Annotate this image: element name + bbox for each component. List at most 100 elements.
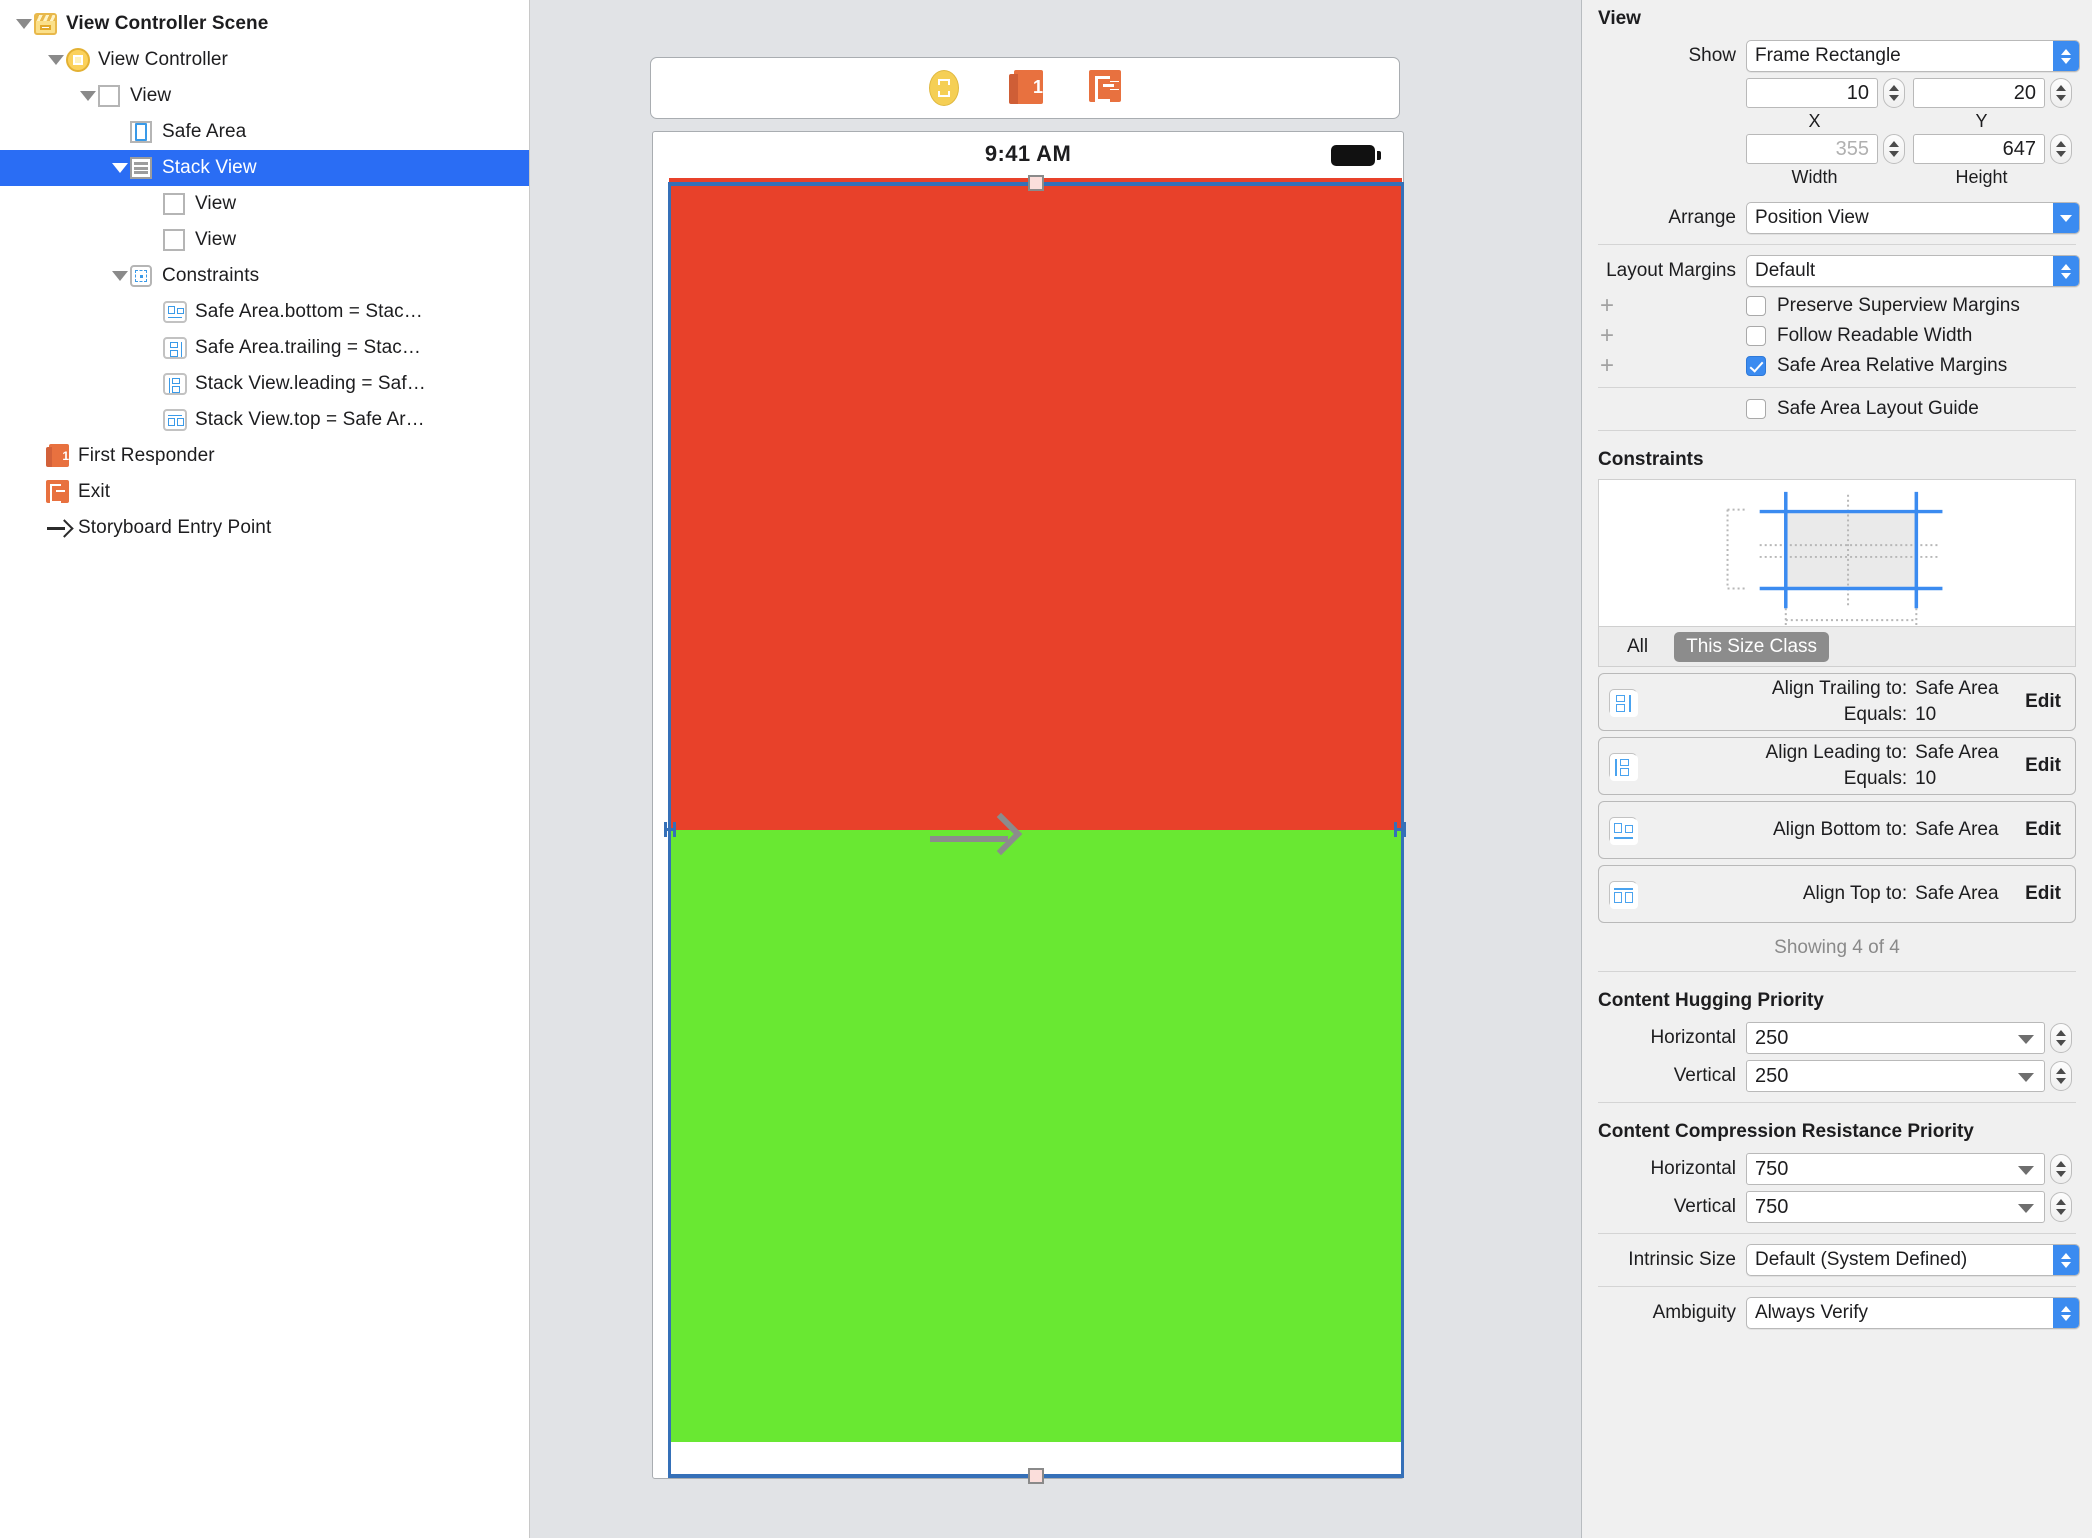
outline-row-constraint-leading[interactable]: Stack View.leading = Saf… xyxy=(0,366,529,402)
constraint-card-top[interactable]: Align Top to: Safe Area Edit xyxy=(1598,865,2076,923)
segment-this-size-class[interactable]: This Size Class xyxy=(1674,631,1830,662)
disclosure-triangle-icon[interactable] xyxy=(78,86,98,106)
xcode-interface-builder: View Controller Scene View Controller Vi… xyxy=(0,0,2092,1538)
divider xyxy=(1598,1286,2076,1287)
outline-row-view-child-1[interactable]: View xyxy=(0,186,529,222)
chevron-updown-icon[interactable] xyxy=(2053,1298,2079,1328)
chevron-updown-icon[interactable] xyxy=(2053,41,2079,71)
constraint-trailing-icon xyxy=(163,336,187,360)
edit-constraint-button[interactable]: Edit xyxy=(2025,691,2061,713)
hugging-vertical-stepper[interactable] xyxy=(2050,1061,2072,1091)
outline-row-constraint-trailing[interactable]: Safe Area.trailing = Stac… xyxy=(0,330,529,366)
frame-xy-row: 10 X 20 Y xyxy=(1594,78,2080,132)
checkbox-row-safe-area-layout-guide[interactable]: Safe Area Layout Guide xyxy=(1594,398,2080,420)
edit-constraint-button[interactable]: Edit xyxy=(2025,755,2061,777)
compression-horizontal-combo[interactable]: 750 xyxy=(1746,1153,2045,1185)
constraint-card-trailing[interactable]: Align Trailing to: Safe Area Equals: 10 Ed… xyxy=(1598,673,2076,731)
outline-row-safe-area[interactable]: Safe Area xyxy=(0,114,529,150)
divider-mark-right-cap2 xyxy=(1403,822,1406,837)
outline-row-view-child-2[interactable]: View xyxy=(0,222,529,258)
stack-child-top-view[interactable] xyxy=(669,178,1402,830)
hugging-horizontal-stepper[interactable] xyxy=(2050,1023,2072,1053)
exit-icon[interactable] xyxy=(1089,70,1121,106)
edit-constraint-button[interactable]: Edit xyxy=(2025,883,2061,905)
follow-readable-width-checkbox[interactable] xyxy=(1746,326,1766,346)
ambiguity-label: Ambiguity xyxy=(1652,1302,1736,1323)
view-controller-icon[interactable] xyxy=(929,70,961,106)
arrange-select[interactable]: Position View xyxy=(1746,202,2080,234)
constraint-bottom-icon xyxy=(1609,817,1638,845)
frame-height-input[interactable]: 647 xyxy=(1913,134,2045,164)
first-responder-icon xyxy=(46,444,70,468)
outline-row-view-controller-scene[interactable]: View Controller Scene xyxy=(0,6,529,42)
resize-handle-bottom[interactable] xyxy=(1028,1468,1044,1484)
outline-row-view-controller[interactable]: View Controller xyxy=(0,42,529,78)
frame-width-input[interactable]: 355 xyxy=(1746,134,1878,164)
disclosure-triangle-icon[interactable] xyxy=(110,158,130,178)
content-compression-title: Content Compression Resistance Priority xyxy=(1598,1121,1974,1142)
chevron-down-icon[interactable] xyxy=(2018,1166,2034,1175)
disclosure-triangle-icon[interactable] xyxy=(110,266,130,286)
stack-child-bottom-view[interactable] xyxy=(669,830,1402,1442)
show-select[interactable]: Frame Rectangle xyxy=(1746,40,2080,72)
compression-horizontal-value: 750 xyxy=(1755,1157,1789,1180)
compression-horizontal-stepper[interactable] xyxy=(2050,1154,2072,1184)
size-inspector[interactable]: View Show Frame Rectangle 10 X 20 Y 355 … xyxy=(1582,0,2092,1538)
intrinsic-size-select[interactable]: Default (System Defined) xyxy=(1746,1244,2080,1276)
first-responder-icon[interactable] xyxy=(1009,70,1043,106)
scene-dock[interactable] xyxy=(650,57,1400,119)
add-variation-button[interactable]: + xyxy=(1594,354,1620,378)
checkbox-row-safe-area-relative-margins[interactable]: + Safe Area Relative Margins xyxy=(1594,354,2080,378)
checkbox-row-follow-readable-width[interactable]: + Follow Readable Width xyxy=(1594,324,2080,348)
outline-row-constraint-bottom[interactable]: Safe Area.bottom = Stac… xyxy=(0,294,529,330)
outline-row-stack-view[interactable]: Stack View xyxy=(0,150,529,186)
frame-y-cell: 20 Y xyxy=(1913,78,2080,132)
stack-view[interactable] xyxy=(669,178,1402,1442)
segment-all[interactable]: All xyxy=(1615,632,1660,662)
preserve-superview-margins-checkbox[interactable] xyxy=(1746,296,1766,316)
chevron-down-icon[interactable] xyxy=(2018,1035,2034,1044)
chevron-down-icon[interactable] xyxy=(2053,203,2079,233)
outline-row-constraint-top[interactable]: Stack View.top = Safe Ar… xyxy=(0,402,529,438)
safe-area-relative-margins-checkbox[interactable] xyxy=(1746,356,1766,376)
chevron-updown-icon[interactable] xyxy=(2053,256,2079,286)
edit-constraint-button[interactable]: Edit xyxy=(2025,819,2061,841)
divider xyxy=(1598,430,2076,431)
disclosure-triangle-icon[interactable] xyxy=(14,14,34,34)
compression-vertical-combo[interactable]: 750 xyxy=(1746,1191,2045,1223)
frame-width-stepper[interactable] xyxy=(1883,134,1905,164)
outline-row-exit[interactable]: Exit xyxy=(0,474,529,510)
constraints-scope-segments[interactable]: All This Size Class xyxy=(1598,627,2076,667)
outline-row-label: View xyxy=(130,85,172,106)
chevron-down-icon[interactable] xyxy=(2018,1073,2034,1082)
constraint-card-bottom[interactable]: Align Bottom to: Safe Area Edit xyxy=(1598,801,2076,859)
compression-vertical-stepper[interactable] xyxy=(2050,1192,2072,1222)
layout-margins-select[interactable]: Default xyxy=(1746,255,2080,287)
outline-row-label: Safe Area xyxy=(162,121,247,142)
add-variation-button[interactable]: + xyxy=(1594,324,1620,348)
chevron-updown-icon[interactable] xyxy=(2053,1245,2079,1275)
resize-handle-top[interactable] xyxy=(1028,175,1044,191)
frame-y-input[interactable]: 20 xyxy=(1913,78,2045,108)
disclosure-triangle-icon[interactable] xyxy=(46,50,66,70)
frame-y-stepper[interactable] xyxy=(2050,78,2072,108)
add-variation-button[interactable]: + xyxy=(1594,294,1620,318)
constraint-card-leading[interactable]: Align Leading to: Safe Area Equals: 10 Edi… xyxy=(1598,737,2076,795)
outline-row-storyboard-entry-point[interactable]: Storyboard Entry Point xyxy=(0,510,529,546)
document-outline[interactable]: View Controller Scene View Controller Vi… xyxy=(0,0,530,1538)
outline-row-constraints[interactable]: Constraints xyxy=(0,258,529,294)
ambiguity-select[interactable]: Always Verify xyxy=(1746,1297,2080,1329)
checkbox-row-preserve-superview-margins[interactable]: + Preserve Superview Margins xyxy=(1594,294,2080,318)
outline-row-first-responder[interactable]: First Responder xyxy=(0,438,529,474)
storyboard-canvas[interactable]: 9:41 AM xyxy=(530,0,1582,1538)
frame-x-stepper[interactable] xyxy=(1883,78,1905,108)
safe-area-layout-guide-checkbox[interactable] xyxy=(1746,399,1766,419)
device-preview[interactable]: 9:41 AM xyxy=(652,131,1404,1479)
constraints-diagram[interactable] xyxy=(1598,479,2076,633)
frame-x-input[interactable]: 10 xyxy=(1746,78,1878,108)
outline-row-view[interactable]: View xyxy=(0,78,529,114)
chevron-down-icon[interactable] xyxy=(2018,1204,2034,1213)
hugging-vertical-combo[interactable]: 250 xyxy=(1746,1060,2045,1092)
frame-height-stepper[interactable] xyxy=(2050,134,2072,164)
hugging-horizontal-combo[interactable]: 250 xyxy=(1746,1022,2045,1054)
